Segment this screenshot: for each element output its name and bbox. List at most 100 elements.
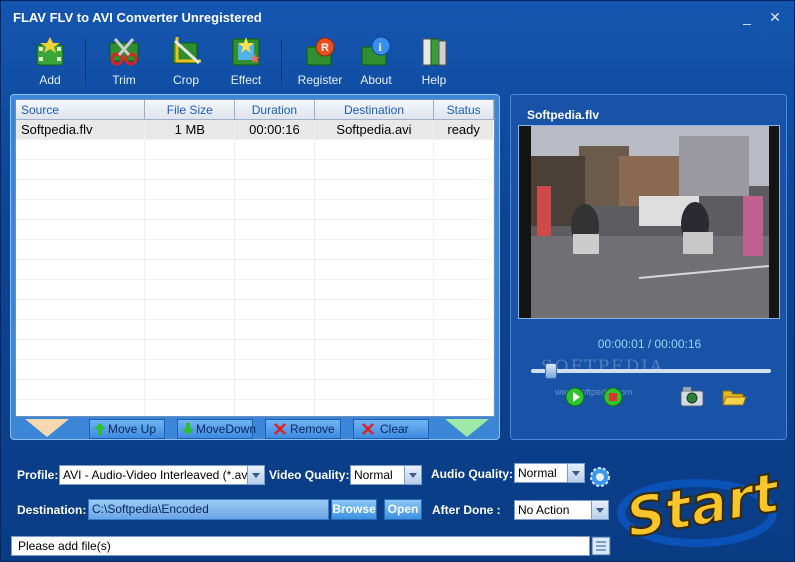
- move-down-button[interactable]: MoveDown: [177, 419, 257, 439]
- profile-select[interactable]: AVI - Audio-Video Interleaved (*.avi): [59, 465, 265, 485]
- svg-text:R: R: [321, 42, 329, 54]
- video-quality-label: Video Quality:: [269, 468, 350, 482]
- table-header: Source File Size Duration Destination St…: [16, 100, 494, 120]
- effect-label: Effect: [230, 73, 262, 87]
- table-row[interactable]: Softpedia.flv 1 MB 00:00:16 Softpedia.av…: [16, 120, 494, 140]
- help-button[interactable]: Help: [409, 33, 459, 89]
- list-button-bar: Move Up MoveDown Remove Clear: [15, 419, 495, 439]
- scroll-up-arrow-icon[interactable]: [25, 419, 69, 437]
- column-header-status[interactable]: Status: [434, 100, 494, 119]
- app-window: FLAV FLV to AVI Converter Unregistered _…: [0, 0, 795, 562]
- after-done-label: After Done :: [432, 503, 501, 517]
- status-text: Please add file(s): [18, 539, 111, 553]
- status-bar: Please add file(s): [11, 536, 590, 556]
- add-label: Add: [39, 73, 61, 87]
- after-done-select[interactable]: No Action: [514, 500, 609, 520]
- info-icon: i: [361, 36, 391, 66]
- profile-label: Profile:: [17, 468, 59, 482]
- empty-row: [16, 180, 494, 200]
- cell-destination: Softpedia.avi: [315, 120, 435, 139]
- timecode-display: 00:00:01 / 00:00:16: [597, 337, 702, 351]
- register-button[interactable]: R Register: [295, 33, 345, 89]
- close-button[interactable]: ✕: [767, 9, 783, 25]
- empty-row: [16, 380, 494, 400]
- remove-x-icon: [274, 423, 286, 435]
- cell-status: ready: [434, 120, 494, 139]
- help-book-icon: [422, 38, 447, 66]
- move-up-label: Move Up: [108, 422, 157, 436]
- arrow-up-icon: [94, 423, 106, 435]
- column-header-duration[interactable]: Duration: [235, 100, 315, 119]
- register-label: Register: [297, 73, 343, 87]
- watermark-text: SOFTPEDIA: [541, 357, 665, 377]
- file-table[interactable]: Source File Size Duration Destination St…: [15, 99, 495, 417]
- remove-button[interactable]: Remove: [265, 419, 341, 439]
- cell-duration: 00:00:16: [235, 120, 315, 139]
- chevron-down-icon: [591, 501, 608, 519]
- crop-label: Crop: [172, 73, 199, 87]
- clear-button[interactable]: Clear: [353, 419, 429, 439]
- stop-icon[interactable]: [603, 387, 623, 407]
- destination-label: Destination:: [17, 503, 87, 517]
- empty-row: [16, 320, 494, 340]
- effect-button[interactable]: Effect: [221, 33, 271, 89]
- crop-button[interactable]: Crop: [161, 33, 211, 89]
- empty-row: [16, 400, 494, 416]
- empty-row: [16, 280, 494, 300]
- empty-row: [16, 340, 494, 360]
- chevron-down-icon: [567, 464, 584, 482]
- move-up-button[interactable]: Move Up: [89, 419, 165, 439]
- trim-button[interactable]: Trim: [99, 33, 149, 89]
- move-down-label: MoveDown: [196, 422, 257, 436]
- column-header-file-size[interactable]: File Size: [145, 100, 236, 119]
- arrow-down-icon: [182, 423, 194, 435]
- open-button[interactable]: Open: [384, 499, 422, 520]
- about-label: About: [360, 73, 392, 87]
- clear-label: Clear: [380, 422, 409, 436]
- preview-title: Softpedia.flv: [527, 108, 600, 122]
- cell-file-size: 1 MB: [145, 120, 236, 139]
- cell-source: Softpedia.flv: [16, 120, 146, 139]
- scroll-down-arrow-icon[interactable]: [445, 419, 489, 437]
- audio-quality-label: Audio Quality:: [431, 467, 513, 481]
- add-film-icon: [36, 37, 64, 66]
- column-header-destination[interactable]: Destination: [315, 100, 435, 119]
- log-list-icon[interactable]: [591, 536, 611, 556]
- seek-slider-track[interactable]: [531, 369, 771, 373]
- start-button[interactable]: Start: [617, 453, 787, 553]
- chevron-down-icon: [247, 466, 264, 484]
- empty-row: [16, 220, 494, 240]
- video-preview: [518, 125, 780, 319]
- toolbar-separator: [85, 39, 86, 85]
- column-header-source[interactable]: Source: [16, 100, 146, 119]
- help-label: Help: [421, 73, 447, 87]
- register-icon: R: [306, 37, 335, 66]
- window-title: FLAV FLV to AVI Converter Unregistered: [13, 10, 262, 25]
- effect-icon: [232, 37, 260, 66]
- about-button[interactable]: i About: [351, 33, 401, 89]
- video-quality-select[interactable]: Normal: [350, 465, 422, 485]
- audio-quality-select[interactable]: Normal: [514, 463, 585, 483]
- seek-slider-thumb[interactable]: [545, 363, 558, 379]
- remove-label: Remove: [290, 422, 335, 436]
- empty-row: [16, 360, 494, 380]
- minimize-button[interactable]: _: [739, 9, 755, 25]
- add-button[interactable]: Add: [25, 33, 75, 89]
- browse-button[interactable]: Browse: [331, 499, 377, 520]
- audio-quality-value: Normal: [518, 466, 557, 480]
- empty-row: [16, 260, 494, 280]
- video-frame-image: [519, 126, 779, 318]
- scissors-icon: [109, 38, 139, 66]
- empty-row: [16, 300, 494, 320]
- settings-gear-icon[interactable]: [589, 466, 611, 488]
- title-bar: FLAV FLV to AVI Converter Unregistered _…: [1, 1, 795, 33]
- toolbar-separator: [281, 39, 282, 85]
- trim-label: Trim: [112, 73, 136, 87]
- start-label: Start: [621, 461, 785, 550]
- empty-row: [16, 160, 494, 180]
- destination-input[interactable]: C:\Softpedia\Encoded: [88, 499, 329, 520]
- chevron-down-icon: [404, 466, 421, 484]
- play-icon[interactable]: [565, 387, 585, 407]
- open-folder-icon[interactable]: [721, 385, 747, 409]
- snapshot-camera-icon[interactable]: [679, 385, 705, 409]
